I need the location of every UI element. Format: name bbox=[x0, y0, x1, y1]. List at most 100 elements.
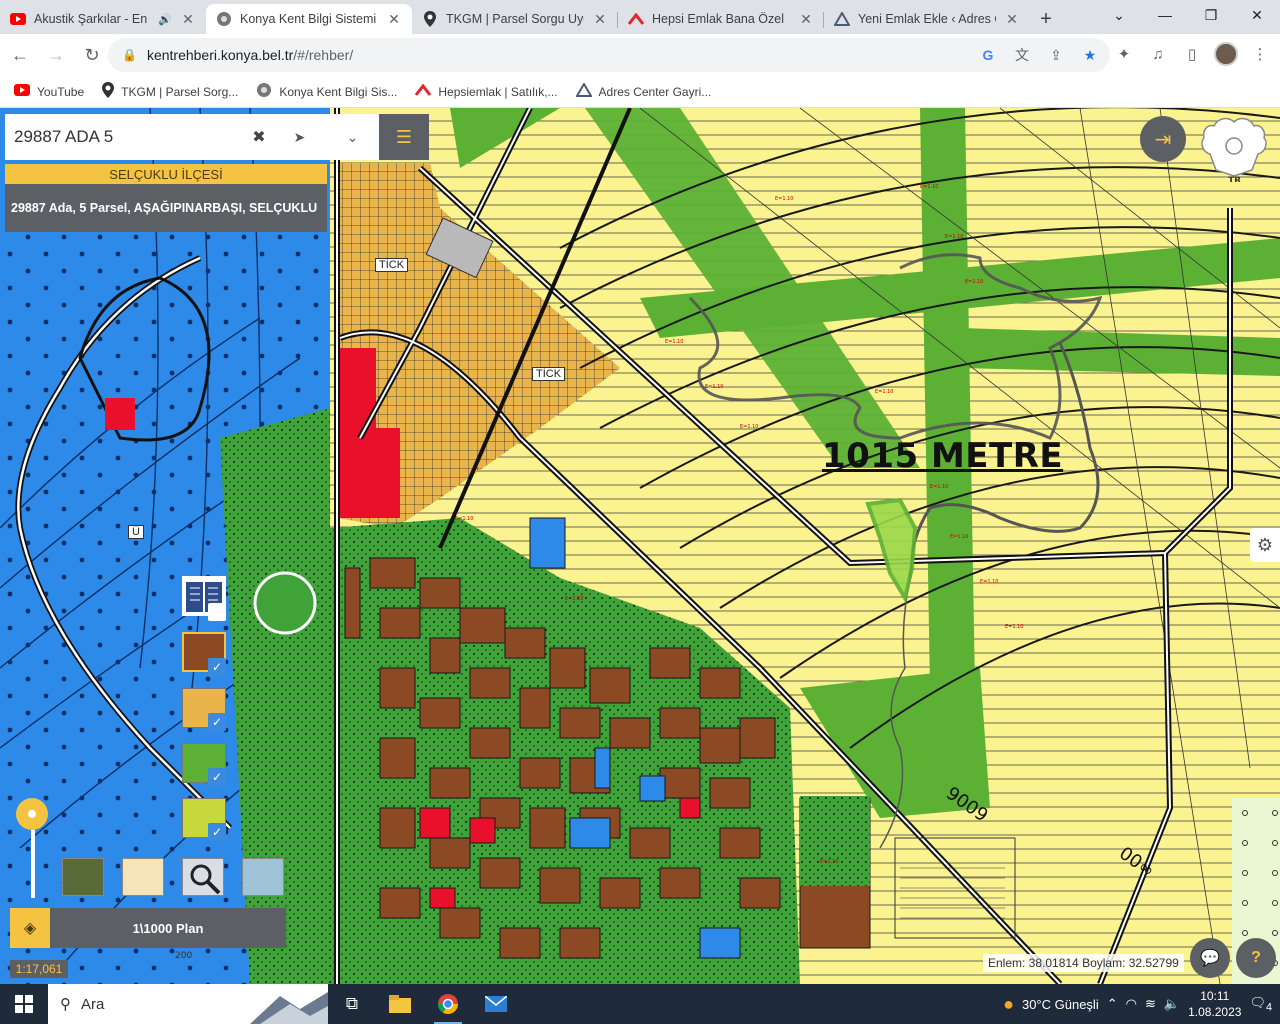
tab-hepsiemlak[interactable]: Hepsi Emlak Bana Özel ✕ bbox=[618, 4, 824, 34]
close-window-icon[interactable]: ✕ bbox=[1234, 0, 1280, 30]
list-menu-icon[interactable]: ☰ bbox=[379, 114, 429, 160]
lock-icon[interactable]: 🔒 bbox=[122, 48, 137, 62]
checkmark-icon[interactable]: ✓ bbox=[208, 658, 226, 676]
help-icon[interactable]: ? bbox=[1236, 938, 1276, 978]
media-control-icon[interactable]: ♫ bbox=[1146, 42, 1170, 66]
map-canvas[interactable]: E=1.10 E=1.10 E=1.10 E=1.10 E=1.10 E=1.10 E… bbox=[0, 108, 1280, 984]
browser-tab-bar: Akustik Şarkılar - En Ç 🔊 ✕ Konya Kent B… bbox=[0, 0, 1280, 34]
svg-text:E=1.10: E=1.10 bbox=[980, 579, 998, 585]
svg-text:E=1.10: E=1.10 bbox=[820, 859, 838, 865]
bookmark-konya-kent[interactable]: Konya Kent Bilgi Sis... bbox=[256, 82, 397, 101]
close-tab-icon[interactable]: ✕ bbox=[798, 11, 814, 28]
taskbar-search[interactable]: ⚲ Ara bbox=[48, 984, 328, 1024]
extensions-icon[interactable]: ✦ bbox=[1112, 42, 1136, 66]
hepsiemlak-icon bbox=[415, 83, 432, 99]
new-tab-button[interactable]: + bbox=[1030, 4, 1062, 34]
svg-text:E=1.10: E=1.10 bbox=[945, 234, 963, 240]
adres-center-icon bbox=[834, 11, 850, 27]
svg-text:E=1.10: E=1.10 bbox=[920, 184, 938, 190]
svg-text:E=1.10: E=1.10 bbox=[950, 534, 968, 540]
bookmark-youtube[interactable]: YouTube bbox=[14, 84, 84, 99]
svg-text:E=1.10: E=1.10 bbox=[930, 484, 948, 490]
location-pin-icon bbox=[422, 11, 438, 27]
close-tab-icon[interactable]: ✕ bbox=[592, 11, 608, 28]
bookmark-tkgm[interactable]: TKGM | Parsel Sorg... bbox=[102, 82, 238, 101]
checkmark-icon[interactable]: ✓ bbox=[208, 713, 226, 731]
wifi-icon[interactable]: ≋ bbox=[1145, 996, 1156, 1012]
parcel-result[interactable]: 29887 Ada, 5 Parsel, AŞAĞIPINARBAŞI, SEL… bbox=[5, 184, 327, 232]
menu-dots-icon[interactable]: ⋮ bbox=[1248, 42, 1272, 66]
close-tab-icon[interactable]: ✕ bbox=[386, 11, 402, 28]
svg-text:TR: TR bbox=[1228, 176, 1241, 182]
close-tab-icon[interactable]: ✕ bbox=[1004, 11, 1020, 28]
tab-tkgm[interactable]: TKGM | Parsel Sorgu Uyg ✕ bbox=[412, 4, 618, 34]
back-icon[interactable]: ← bbox=[4, 39, 36, 71]
opacity-slider-track[interactable] bbox=[31, 818, 35, 898]
bookmark-hepsiemlak[interactable]: Hepsiemlak | Satılık,... bbox=[415, 83, 558, 99]
system-tray: ● 30°C Güneşli ⌃ ◠ ≋ 🔈 10:11 1.08.2023 🗨… bbox=[1003, 988, 1272, 1020]
active-plan-label[interactable]: 1\1000 Plan bbox=[50, 908, 286, 948]
chevron-down-icon[interactable]: ⌄ bbox=[1096, 0, 1142, 30]
locate-arrow-icon[interactable]: ➤ bbox=[294, 129, 306, 146]
layers-icon[interactable]: ◈ bbox=[10, 908, 50, 948]
side-panel-icon[interactable]: ▯ bbox=[1180, 42, 1204, 66]
chrome-icon[interactable] bbox=[424, 984, 472, 1024]
avatar[interactable] bbox=[1214, 42, 1238, 66]
checkmark-icon[interactable]: ✓ bbox=[208, 823, 226, 841]
basemap-satellite-thumb[interactable] bbox=[62, 858, 104, 896]
share-icon[interactable]: ⇪ bbox=[1046, 45, 1066, 65]
youtube-icon bbox=[10, 11, 26, 27]
minimize-icon[interactable]: — bbox=[1142, 0, 1188, 30]
chevron-down-icon[interactable]: ⌄ bbox=[347, 129, 359, 146]
chevron-up-icon[interactable]: ⌃ bbox=[1107, 996, 1118, 1012]
notification-icon[interactable]: 🗨4 bbox=[1249, 995, 1272, 1014]
basemap-street-thumb[interactable] bbox=[122, 858, 164, 896]
svg-text:E=1.10: E=1.10 bbox=[1005, 624, 1023, 630]
tab-adres-center[interactable]: Yeni Emlak Ekle ‹ Adres Ce ✕ bbox=[824, 4, 1030, 34]
clock[interactable]: 10:11 1.08.2023 bbox=[1188, 988, 1241, 1020]
mail-icon[interactable] bbox=[472, 984, 520, 1024]
tab-konya-kent[interactable]: Konya Kent Bilgi Sistemi ✕ bbox=[206, 4, 412, 34]
adres-center-icon bbox=[574, 82, 593, 100]
reload-icon[interactable]: ↻ bbox=[76, 39, 108, 71]
map-zone-label: TİCK bbox=[532, 367, 566, 381]
google-icon[interactable]: G bbox=[978, 45, 998, 65]
bookmark-adres-center[interactable]: Adres Center Gayri... bbox=[574, 82, 711, 100]
file-explorer-icon[interactable] bbox=[376, 984, 424, 1024]
address-bar[interactable]: 🔒 kentrehberi.konya.bel.tr/#/rehber/ G 文… bbox=[108, 38, 1110, 72]
checkmark-icon[interactable]: ✓ bbox=[208, 768, 226, 786]
svg-text:E=1.10: E=1.10 bbox=[965, 279, 983, 285]
youtube-icon bbox=[14, 84, 30, 99]
svg-text:E=1.10: E=1.10 bbox=[740, 424, 758, 430]
map-zone-label: Ü bbox=[128, 525, 144, 539]
clear-search-icon[interactable]: ✖ bbox=[245, 114, 273, 160]
chat-icon[interactable]: 💬 bbox=[1190, 938, 1230, 978]
search-input[interactable]: 29887 ADA 5 bbox=[5, 114, 245, 160]
scale-indicator: 1:17,061 bbox=[10, 960, 68, 978]
svg-text:E=1.10: E=1.10 bbox=[705, 384, 723, 390]
windows-taskbar: ⚲ Ara ⧉ ● 30°C Güneşli ⌃ ◠ ≋ 🔈 10:11 1.0… bbox=[0, 984, 1280, 1024]
restore-icon[interactable]: ❐ bbox=[1188, 0, 1234, 30]
location-pin-icon bbox=[102, 82, 115, 101]
district-header: SELÇUKLU İLÇESİ bbox=[5, 164, 327, 184]
close-tab-icon[interactable]: ✕ bbox=[180, 11, 196, 28]
coordinates-readout: Enlem: 38.01814 Boylam: 32.52799 bbox=[983, 954, 1184, 972]
svg-text:E=1.10: E=1.10 bbox=[455, 516, 473, 522]
forward-icon[interactable]: → bbox=[40, 39, 72, 71]
kent-icon bbox=[256, 82, 272, 101]
layer-checkbox[interactable] bbox=[208, 603, 226, 621]
opacity-slider-handle[interactable] bbox=[16, 798, 48, 830]
windows-start-icon[interactable] bbox=[0, 984, 48, 1024]
magnifier-icon[interactable] bbox=[182, 858, 224, 896]
translate-icon[interactable]: 文 bbox=[1012, 45, 1032, 65]
volume-icon[interactable]: 🔈 bbox=[1164, 996, 1180, 1012]
speaker-icon[interactable]: 🔊 bbox=[158, 13, 172, 26]
network-icon[interactable]: ◠ bbox=[1126, 996, 1137, 1012]
task-view-icon[interactable]: ⧉ bbox=[328, 984, 376, 1024]
gear-icon[interactable]: ⚙ bbox=[1250, 528, 1280, 562]
basemap-terrain-thumb[interactable] bbox=[242, 858, 284, 896]
weather-sun-icon[interactable]: ● bbox=[1003, 994, 1014, 1015]
bookmark-star-icon[interactable]: ★ bbox=[1080, 45, 1100, 65]
tab-akustik[interactable]: Akustik Şarkılar - En Ç 🔊 ✕ bbox=[0, 4, 206, 34]
login-icon[interactable]: ⇥ bbox=[1140, 116, 1186, 162]
